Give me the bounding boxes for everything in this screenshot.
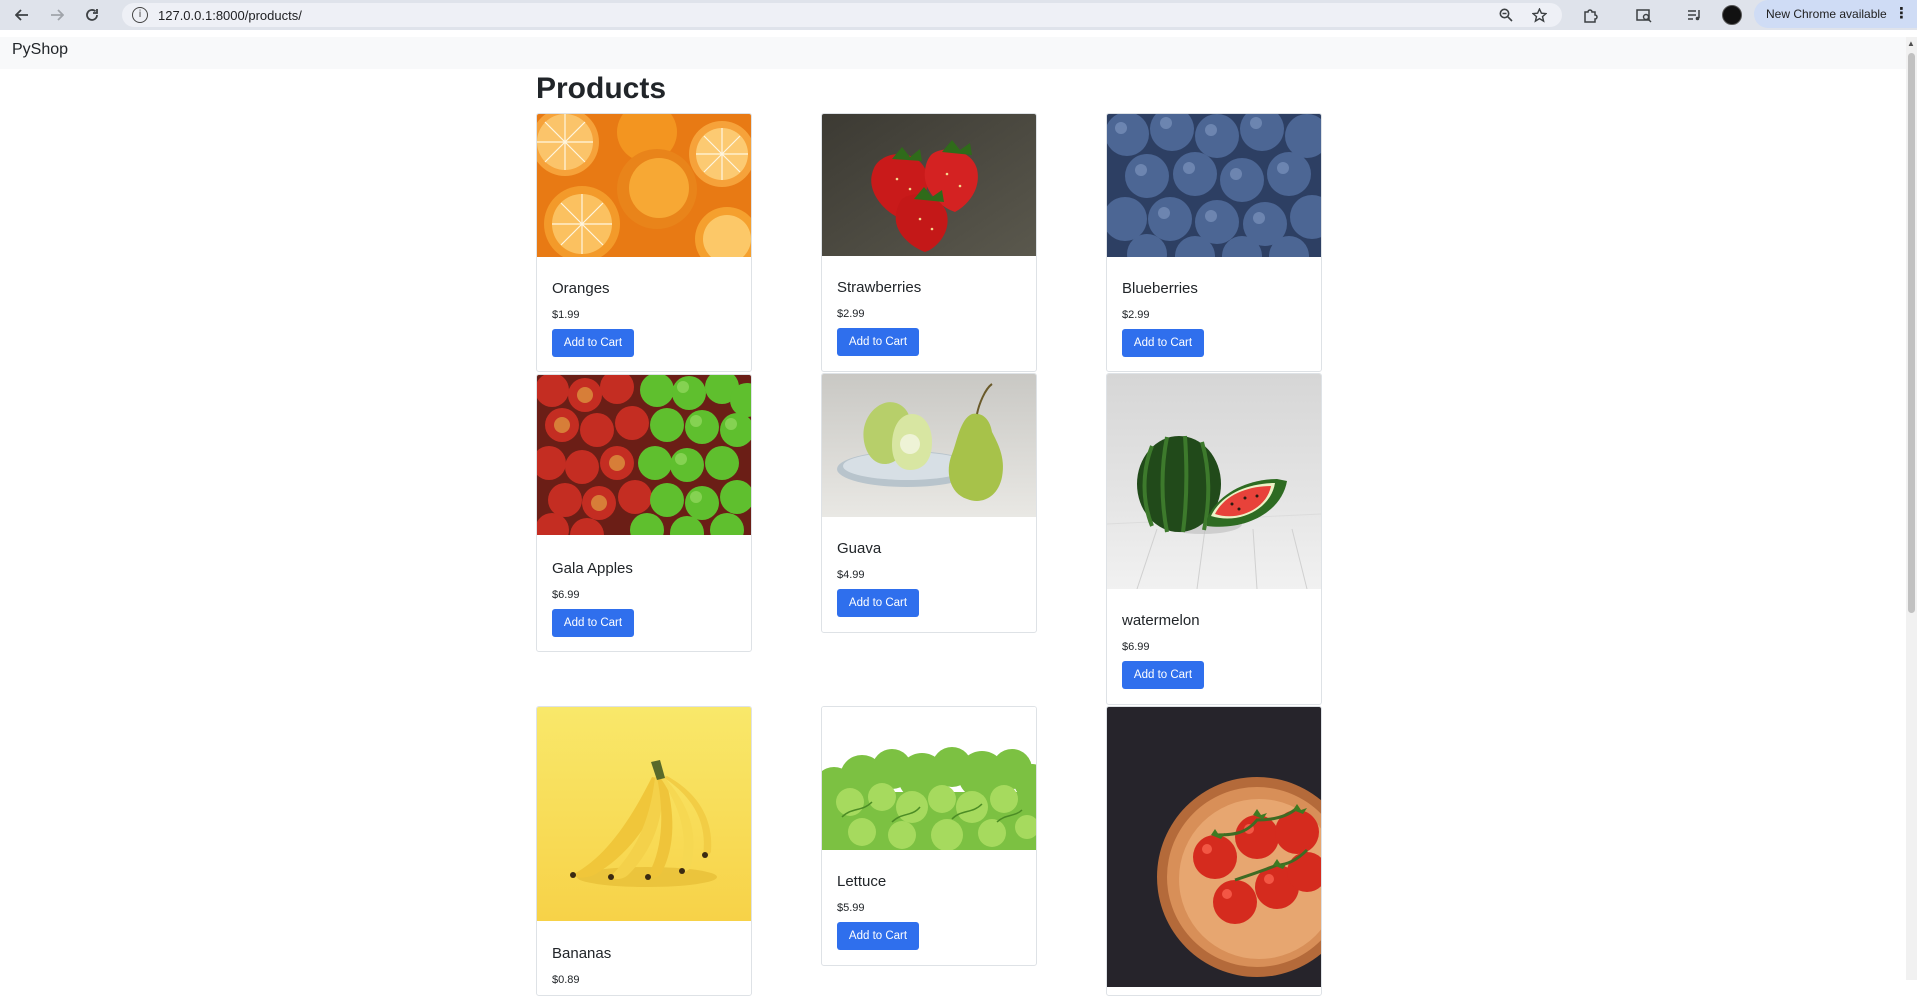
product-name: Oranges (552, 280, 610, 297)
product-name: watermelon (1122, 612, 1200, 629)
product-price: $6.99 (552, 589, 580, 601)
scroll-thumb[interactable] (1908, 53, 1915, 613)
add-to-cart-button[interactable]: Add to Cart (552, 609, 634, 637)
product-name: Gala Apples (552, 560, 633, 577)
product-price: $5.99 (837, 902, 865, 914)
browser-toolbar: i 127.0.0.1:8000/products/ New Chrome av… (0, 0, 1917, 30)
strawberries-image (822, 114, 1036, 256)
forward-button[interactable] (45, 3, 69, 27)
arrow-left-icon (15, 9, 28, 21)
add-to-cart-button[interactable]: Add to Cart (1122, 661, 1204, 689)
product-card: Guava $4.99 Add to Cart (821, 373, 1037, 633)
address-bar[interactable]: i 127.0.0.1:8000/products/ (122, 3, 1562, 27)
product-name: Blueberries (1122, 280, 1198, 297)
apples-image (537, 375, 751, 535)
lettuce-image (822, 707, 1036, 850)
product-card: Blueberries $2.99 Add to Cart (1106, 113, 1322, 372)
tab-search-icon[interactable] (1632, 3, 1656, 27)
info-icon[interactable]: i (132, 7, 148, 23)
guava-image (822, 374, 1036, 517)
kebab-menu-icon[interactable]: ⋮ (1894, 4, 1909, 22)
back-button[interactable] (10, 3, 34, 27)
navbar-brand[interactable]: PyShop (12, 41, 68, 59)
media-controls-icon[interactable] (1682, 3, 1706, 27)
zoom-icon[interactable] (1496, 5, 1516, 25)
tomatoes-image (1107, 707, 1321, 987)
product-name: Bananas (552, 945, 612, 962)
profile-avatar[interactable] (1722, 5, 1742, 25)
url-text[interactable]: 127.0.0.1:8000/products/ (158, 8, 302, 23)
chrome-update-button[interactable]: New Chrome available ⋮ (1754, 0, 1917, 28)
product-card (1106, 706, 1322, 996)
product-price: $0.89 (552, 974, 580, 986)
bananas-image (537, 707, 751, 921)
product-name: Strawberries (837, 279, 922, 296)
add-to-cart-button[interactable]: Add to Cart (552, 329, 634, 357)
product-price: $4.99 (837, 569, 865, 581)
reload-button[interactable] (80, 3, 104, 27)
arrow-right-icon (51, 9, 64, 21)
product-price: $2.99 (837, 308, 865, 320)
add-to-cart-button[interactable]: Add to Cart (1122, 329, 1204, 357)
page-title: Products (536, 72, 667, 105)
scroll-up-arrow-icon[interactable]: ▲ (1907, 39, 1915, 48)
product-name: Lettuce (837, 873, 887, 890)
star-icon[interactable] (1529, 5, 1549, 25)
product-price: $2.99 (1122, 309, 1150, 321)
product-card: Bananas $0.89 (536, 706, 752, 996)
reload-icon (86, 9, 98, 21)
product-card: Lettuce $5.99 Add to Cart (821, 706, 1037, 966)
product-name: Guava (837, 540, 882, 557)
page-scrollbar[interactable]: ▲ (1906, 37, 1917, 980)
puzzle-icon[interactable] (1578, 3, 1602, 27)
product-card: watermelon $6.99 Add to Cart (1106, 373, 1322, 705)
product-card: Gala Apples $6.99 Add to Cart (536, 374, 752, 652)
update-label: New Chrome available (1766, 7, 1887, 21)
watermelon-image (1107, 374, 1321, 589)
add-to-cart-button[interactable]: Add to Cart (837, 589, 919, 617)
add-to-cart-button[interactable]: Add to Cart (837, 922, 919, 950)
add-to-cart-button[interactable]: Add to Cart (837, 328, 919, 356)
oranges-image (537, 114, 751, 257)
product-card: Oranges $1.99 Add to Cart (536, 113, 752, 372)
product-card: Strawberries $2.99 Add to Cart (821, 113, 1037, 372)
product-price: $1.99 (552, 309, 580, 321)
product-price: $6.99 (1122, 641, 1150, 653)
blueberries-image (1107, 114, 1321, 257)
navbar: PyShop (0, 37, 1906, 69)
